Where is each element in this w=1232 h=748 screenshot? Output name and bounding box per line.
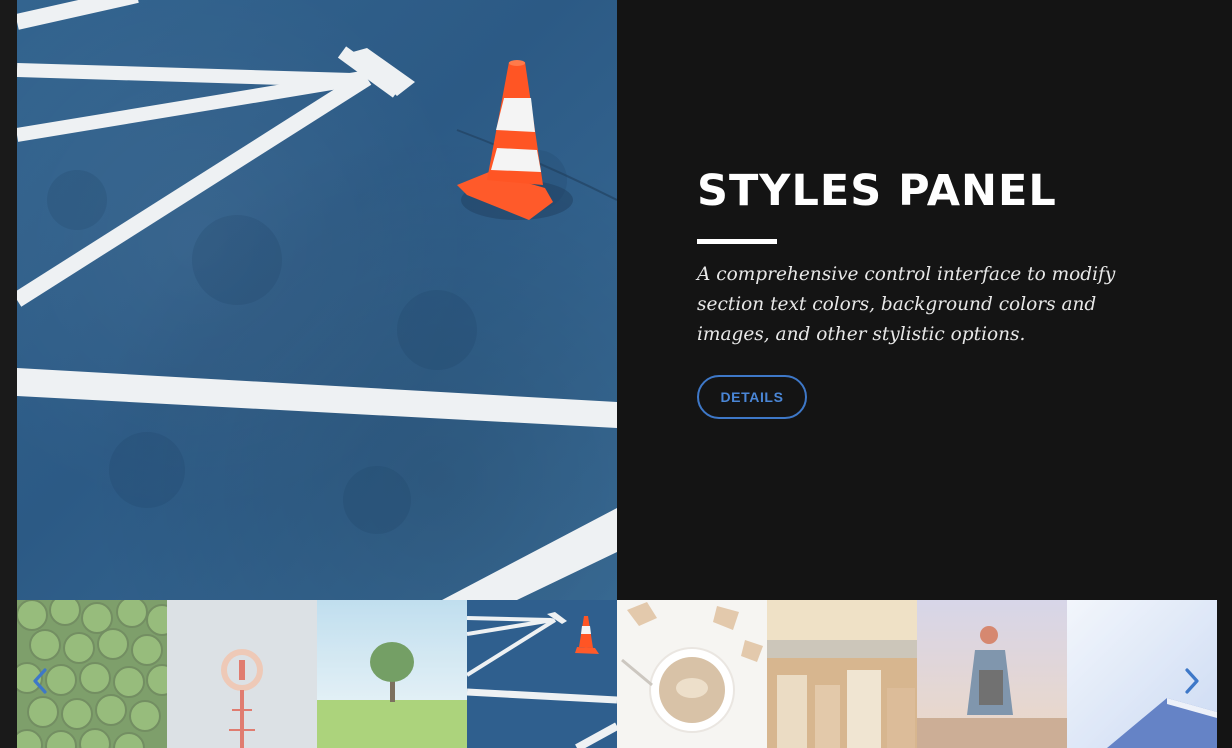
hero-image xyxy=(17,0,617,600)
carousel-prev-button[interactable] xyxy=(25,655,55,707)
panel-title: STYLES PANEL xyxy=(697,166,1057,216)
feature-panel: STYLES PANEL A comprehensive control int… xyxy=(697,0,1157,600)
panel-description: A comprehensive control interface to mod… xyxy=(697,264,1116,345)
thumbnail-woman-view[interactable] xyxy=(917,600,1067,748)
left-gutter xyxy=(0,0,17,748)
thumbnail-carousel xyxy=(17,600,1217,748)
details-button[interactable]: DETAILS xyxy=(697,375,807,419)
right-gutter xyxy=(1217,0,1232,748)
title-divider xyxy=(697,239,777,244)
chevron-right-icon xyxy=(1185,668,1199,694)
thumbnail-road-cone[interactable] xyxy=(467,600,617,748)
carousel-next-button[interactable] xyxy=(1177,655,1207,707)
thumbnail-coffee[interactable] xyxy=(617,600,767,748)
thumbnail-neon-sign[interactable] xyxy=(167,600,317,748)
thumbnail-city[interactable] xyxy=(767,600,917,748)
chevron-left-icon xyxy=(33,668,47,694)
thumbnail-tree[interactable] xyxy=(317,600,467,748)
